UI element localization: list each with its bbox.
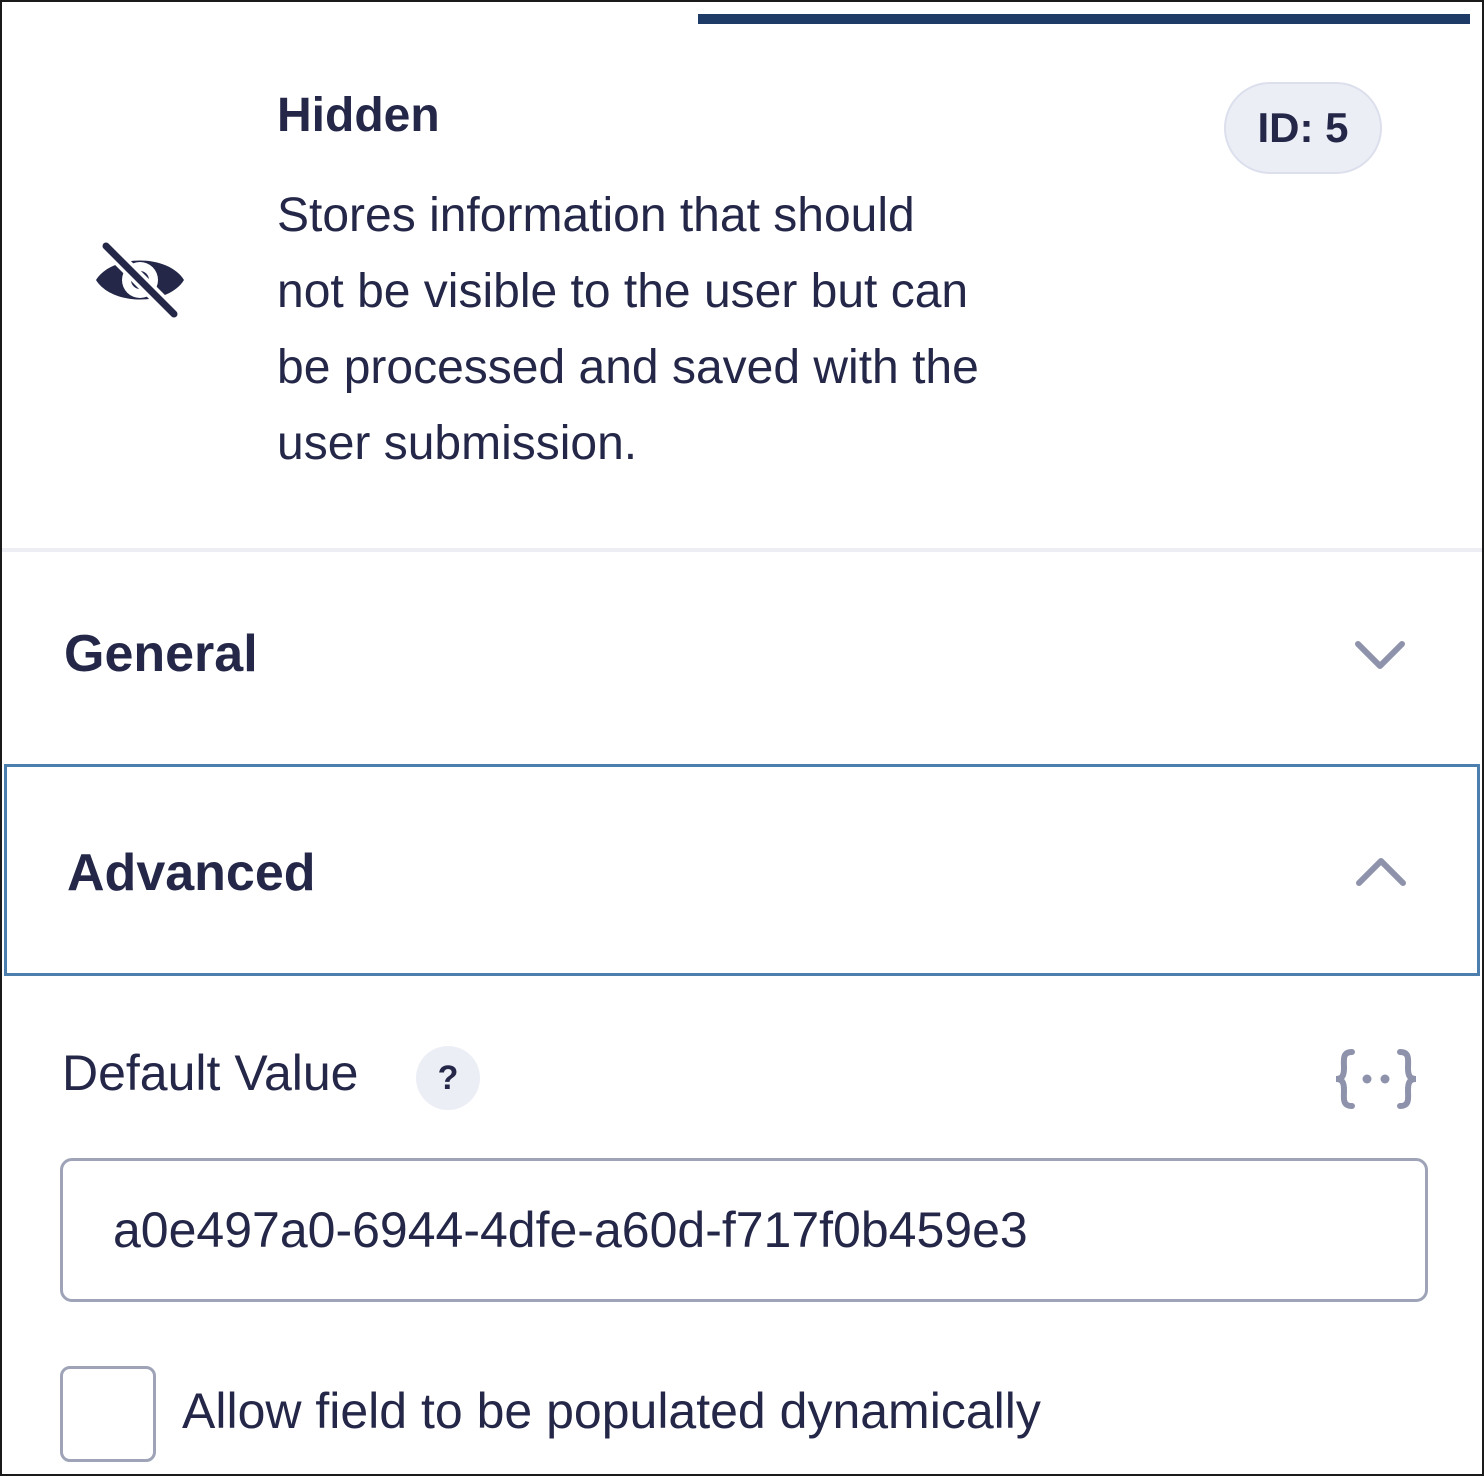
default-value-label: Default Value <box>62 1045 359 1101</box>
field-header: Hidden Stores information that should no… <box>2 2 1482 548</box>
field-description-line: be processed and saved with the <box>277 341 979 394</box>
advanced-panel-header[interactable]: Advanced <box>4 764 1480 976</box>
dynamic-population-label[interactable]: Allow field to be populated dynamically <box>182 1382 1041 1440</box>
merge-tag-icon[interactable] <box>1330 1046 1422 1112</box>
field-description: Stores information that should not be vi… <box>277 178 1117 482</box>
eye-slash-icon <box>96 240 184 320</box>
advanced-panel-title: Advanced <box>67 844 316 902</box>
field-title: Hidden <box>277 89 440 142</box>
chevron-up-icon <box>1356 858 1406 886</box>
field-description-line: user submission. <box>277 417 638 470</box>
general-panel-header[interactable]: General <box>2 552 1482 762</box>
field-description-line: not be visible to the user but can <box>277 265 969 318</box>
field-settings-panel: Hidden Stores information that should no… <box>0 0 1484 1476</box>
default-value-input[interactable] <box>60 1158 1428 1302</box>
general-panel-title: General <box>64 625 258 683</box>
field-description-line: Stores information that should <box>277 189 915 242</box>
help-button[interactable]: ? <box>416 1046 480 1110</box>
chevron-down-icon <box>1355 641 1405 669</box>
field-id-badge: ID: 5 <box>1224 82 1382 174</box>
dynamic-population-checkbox[interactable] <box>60 1366 156 1462</box>
